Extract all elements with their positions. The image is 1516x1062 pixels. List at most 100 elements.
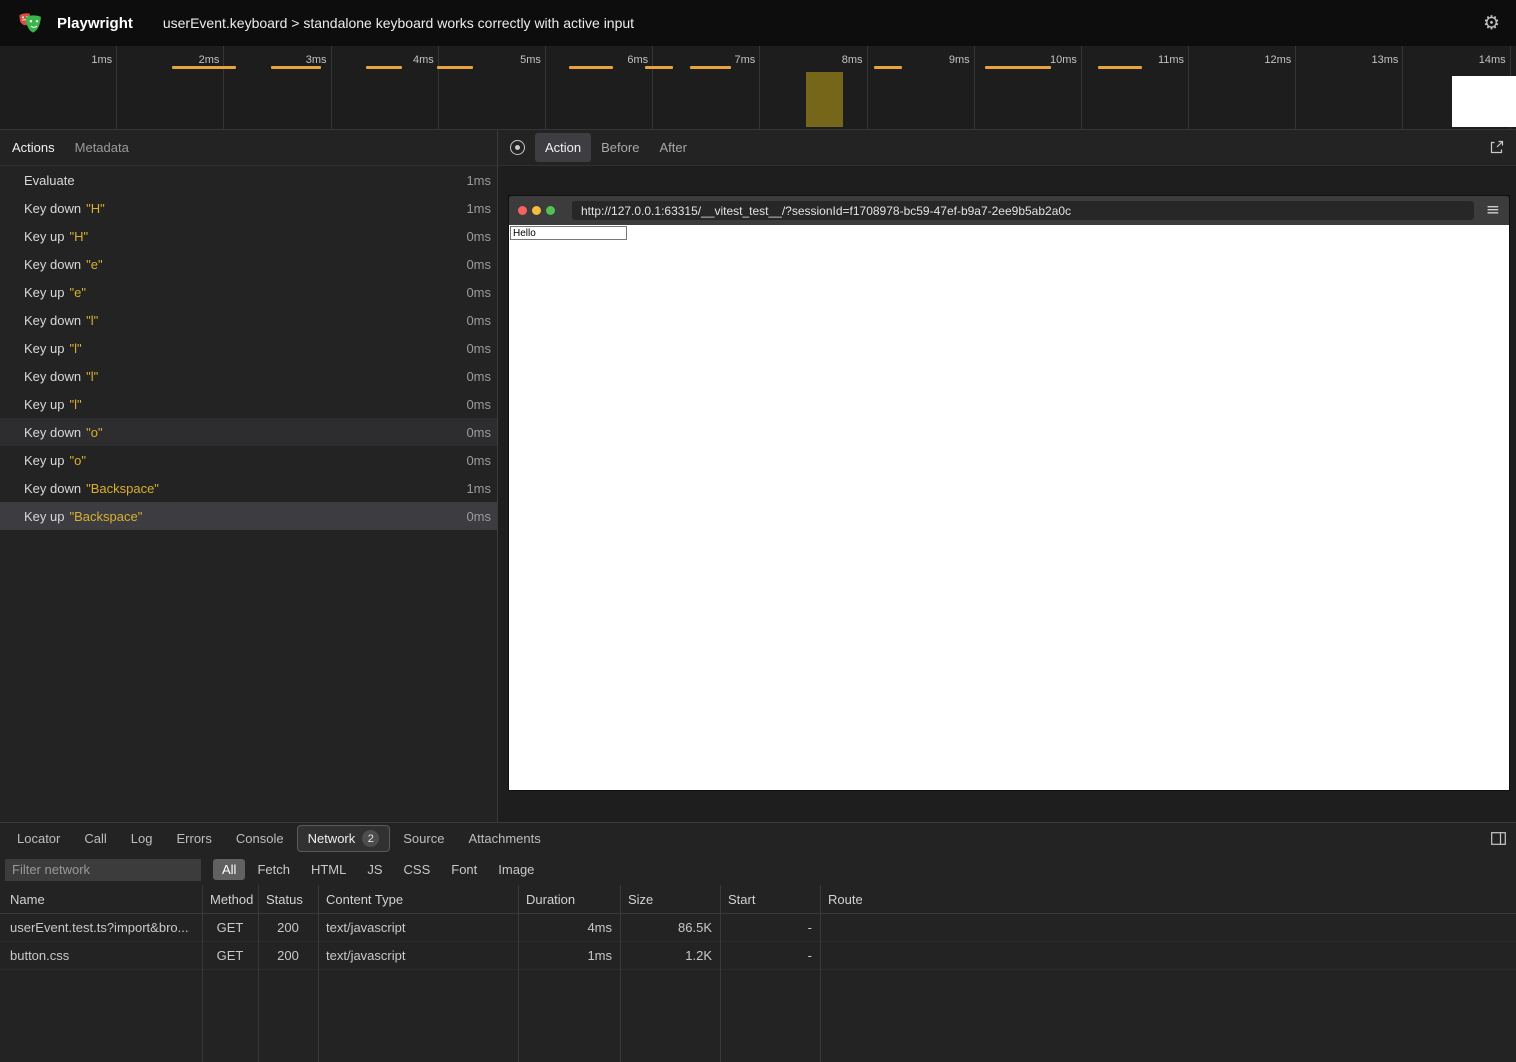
timeline-action-bar [690,66,731,69]
network-column-header[interactable]: Status [258,892,318,907]
playwright-logo-icon [16,9,44,37]
filter-chip-html[interactable]: HTML [302,859,355,880]
network-column-header[interactable]: Method [202,892,258,907]
network-column-divider [620,885,621,1062]
split-layout-icon[interactable] [1491,832,1506,845]
action-row[interactable]: Key down"l"0ms [0,306,497,334]
action-duration: 1ms [466,481,491,496]
action-duration: 0ms [466,509,491,524]
bottom-tab-errors[interactable]: Errors [165,826,222,851]
timeline[interactable]: 1ms2ms3ms4ms5ms6ms7ms8ms9ms10ms11ms12ms1… [0,46,1516,130]
action-row[interactable]: Key down"l"0ms [0,362,497,390]
bottom-tab-call[interactable]: Call [73,826,117,851]
network-row[interactable]: userEvent.test.ts?import&bro...GET200tex… [0,914,1516,942]
filter-chip-css[interactable]: CSS [395,859,440,880]
filter-chip-js[interactable]: JS [358,859,391,880]
timeline-cell: 6ms [546,46,653,129]
browser-chrome: http://127.0.0.1:63315/__vitest_test__/?… [509,196,1509,225]
timeline-action-bar [437,66,473,69]
network-row[interactable]: button.cssGET200text/javascript1ms1.2K- [0,942,1516,970]
action-row[interactable]: Key up"Backspace"0ms [0,502,497,530]
timeline-action-bar [985,66,1051,69]
top-bar: Playwright userEvent.keyboard > standalo… [0,0,1516,46]
action-duration: 0ms [466,425,491,440]
action-title: Key down [24,257,81,272]
action-param: "Backspace" [86,481,159,496]
timeline-tick-label: 4ms [413,54,434,66]
actions-tab-metadata[interactable]: Metadata [65,132,139,163]
network-cell-start: - [720,948,820,963]
snapshot-tab-action[interactable]: Action [535,133,591,162]
network-cell-status: 200 [258,948,318,963]
page-snapshot [509,225,1509,790]
browser-menu-icon: ≡ [1486,202,1500,219]
bottom-tab-attachments[interactable]: Attachments [457,826,551,851]
action-row[interactable]: Key down"Backspace"1ms [0,474,497,502]
bottom-panel: Locator Call Log ErrorsConsoleNetwork2Sourc… [0,822,1516,1062]
network-column-header[interactable]: Route [820,892,1516,907]
action-duration: 0ms [466,369,491,384]
network-column-header[interactable]: Name [0,892,202,907]
pick-locator-icon[interactable] [510,140,525,155]
main-split: ActionsMetadata Evaluate1msKey down"H"1m… [0,130,1516,822]
action-duration: 0ms [466,257,491,272]
action-list: Evaluate1msKey down"H"1msKey up"H"0msKey… [0,166,497,822]
network-column-header[interactable]: Duration [518,892,620,907]
action-row[interactable]: Key down"H"1ms [0,194,497,222]
network-filter-input[interactable] [5,859,201,881]
timeline-cell: 12ms [1189,46,1296,129]
filter-chip-image[interactable]: Image [489,859,543,880]
network-column-divider [202,885,203,1062]
filter-chip-font[interactable]: Font [442,859,486,880]
network-column-header[interactable]: Size [620,892,720,907]
actions-tab-label: Metadata [75,140,129,155]
action-row[interactable]: Key up"H"0ms [0,222,497,250]
network-cell-size: 1.2K [620,948,720,963]
timeline-tick-label: 13ms [1372,54,1399,66]
action-title: Key down [24,369,81,384]
action-row[interactable]: Key up"o"0ms [0,446,497,474]
trace-viewer-app: Playwright userEvent.keyboard > standalo… [0,0,1516,1062]
bottom-tab-label: Log [131,831,153,846]
timeline-action-bar [569,66,613,69]
timeline-cell: 3ms [224,46,331,129]
action-row[interactable]: Key up"l"0ms [0,334,497,362]
network-cell-name: button.css [0,948,202,963]
snapshot-tab-after[interactable]: After [649,133,696,162]
bottom-tab-network[interactable]: Network2 [297,825,391,852]
action-row[interactable]: Key down"o"0ms [0,418,497,446]
action-param: "H" [69,229,88,244]
action-title: Key up [24,341,64,356]
bottom-tab-label: Locator [17,831,60,846]
network-column-header[interactable]: Start [720,892,820,907]
bottom-tab-locator[interactable]: Locator [6,826,71,851]
timeline-tick-label: 11ms [1158,54,1184,66]
action-title: Key down [24,425,81,440]
action-row[interactable]: Key up"e"0ms [0,278,497,306]
network-cell-method: GET [202,920,258,935]
snapshot-tab-before[interactable]: Before [591,133,649,162]
actions-tab-actions[interactable]: Actions [2,132,65,163]
network-header-row: NameMethodStatusContent TypeDurationSize… [0,885,1516,914]
bottom-tab-log[interactable]: Log [120,826,164,851]
bottom-tab-source[interactable]: Source [392,826,455,851]
action-row[interactable]: Key up"l"0ms [0,390,497,418]
timeline-cell: 10ms [975,46,1082,129]
action-param: "l" [69,397,81,412]
actions-tab-label: Actions [12,140,55,155]
snapshot-area: http://127.0.0.1:63315/__vitest_test__/?… [498,166,1516,822]
filter-chip-all[interactable]: All [213,859,245,880]
action-title: Key down [24,313,81,328]
action-row[interactable]: Key down"e"0ms [0,250,497,278]
traffic-light-yellow-icon [532,206,541,215]
settings-gear-icon[interactable]: ⚙ [1483,12,1500,34]
bottom-tab-console[interactable]: Console [225,826,295,851]
page-text-input[interactable] [510,226,627,240]
timeline-cell: 9ms [868,46,975,129]
network-column-header[interactable]: Content Type [318,892,518,907]
action-row[interactable]: Evaluate1ms [0,166,497,194]
filter-chip-fetch[interactable]: Fetch [248,859,299,880]
bottom-tab-label: Call [84,831,106,846]
action-title: Key up [24,453,64,468]
open-external-icon[interactable] [1489,140,1504,155]
